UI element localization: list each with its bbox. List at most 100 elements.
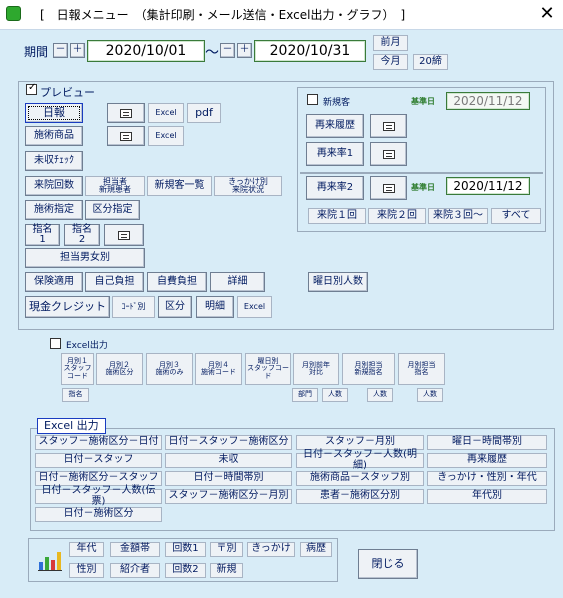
designation2-button[interactable]: 指名 2: [64, 224, 100, 246]
period-tilde: ～: [205, 45, 219, 61]
graph-button[interactable]: 金額帯: [110, 542, 160, 557]
people1-sub-button[interactable]: 人数: [322, 388, 348, 402]
insurance-button[interactable]: 保険適用: [25, 272, 83, 292]
graph-button[interactable]: 年代: [69, 542, 104, 557]
new-customer-list-button[interactable]: 新規客一覧: [147, 176, 212, 196]
treatment-designation-button[interactable]: 施術指定: [25, 200, 83, 220]
excel-section-button[interactable]: 曜日－時間帯別: [427, 435, 547, 450]
revisit-history-mail-button[interactable]: [370, 114, 407, 138]
graph-button[interactable]: きっかけ: [247, 542, 295, 557]
department-sub-button[interactable]: 部門: [292, 388, 318, 402]
graph-button[interactable]: 回数1: [165, 542, 206, 557]
graph-button[interactable]: 新規: [210, 563, 243, 578]
new-customer-checkbox[interactable]: [307, 94, 318, 105]
revisit-rate1-button[interactable]: 再来率1: [306, 142, 364, 166]
excel-monthly-button[interactable]: 月別前年 対比: [293, 353, 339, 385]
excel-section-button[interactable]: 日付－スタッフ－人数(明細): [296, 449, 424, 470]
staff-new-button[interactable]: 担当者 新規患者: [85, 176, 145, 196]
preview-checkbox[interactable]: ✓: [26, 82, 37, 95]
period-label: 期間: [24, 45, 49, 59]
treatment-product-button[interactable]: 施術商品: [25, 126, 83, 146]
title-bar: [ 日報メニュー （集計印刷・メール送信・Excel出力・グラフ） ] ✕: [0, 0, 563, 30]
start-minus-button[interactable]: －: [53, 43, 68, 58]
people3-sub-button[interactable]: 人数: [417, 388, 443, 402]
cash-credit-button[interactable]: 現金クレジット: [25, 296, 110, 318]
trigger-visit-button[interactable]: きっかけ別 来院状況: [214, 176, 282, 196]
all-button[interactable]: すべて: [491, 208, 541, 224]
excel-section-button[interactable]: 患者－施術区分別: [296, 489, 424, 504]
excel-section-button[interactable]: 年代別: [427, 489, 547, 504]
end-plus-button[interactable]: ＋: [237, 43, 252, 58]
category-designation-button[interactable]: 区分指定: [85, 200, 140, 220]
end-minus-button[interactable]: －: [220, 43, 235, 58]
excel-section-button[interactable]: 日付－施術区分: [35, 507, 162, 522]
mail-icon: [382, 121, 395, 131]
prev-month-button[interactable]: 前月: [373, 35, 408, 51]
graph-button[interactable]: 病歴: [300, 542, 332, 557]
daily-mail-button[interactable]: [107, 103, 145, 123]
excel-monthly-button[interactable]: 月別２ 施術区分: [96, 353, 143, 385]
excel-section-button[interactable]: 日付－時間帯別: [165, 471, 292, 486]
visit2-button[interactable]: 来院２回: [368, 208, 426, 224]
breakdown-button[interactable]: 明細: [196, 296, 234, 318]
graph-button[interactable]: 性別: [69, 563, 104, 578]
revisit-history-button[interactable]: 再来履歴: [306, 114, 364, 138]
mail-icon: [118, 230, 130, 240]
end-date-field[interactable]: 2020/10/31: [254, 40, 366, 62]
excel-section-button[interactable]: 施術商品－スタッフ別: [296, 471, 424, 486]
own-expense-button[interactable]: 自費負担: [147, 272, 207, 292]
excel-output-label: Excel出力: [66, 341, 108, 351]
excel-section-button[interactable]: 再来履歴: [427, 453, 547, 468]
day20-button[interactable]: 20締: [413, 54, 448, 70]
excel-monthly-button[interactable]: 月別４ 施術コード: [195, 353, 242, 385]
base-date2-field[interactable]: 2020/11/12: [446, 177, 530, 195]
breakdown-excel-button[interactable]: Excel: [237, 296, 272, 318]
excel-section-button[interactable]: 日付－スタッフ: [35, 453, 162, 468]
code-by-button[interactable]: ｺｰﾄﾞ別: [112, 296, 155, 318]
revisit-rate1-mail-button[interactable]: [370, 142, 407, 166]
excel-section-button[interactable]: スタッフ－施術区分－月別: [165, 489, 292, 504]
excel-section-button[interactable]: 日付－スタッフ－施術区分: [165, 435, 292, 450]
close-button[interactable]: 閉じる: [358, 549, 418, 579]
excel-section-button[interactable]: スタッフ－月別: [296, 435, 424, 450]
weekday-count-button[interactable]: 曜日別人数: [308, 272, 368, 292]
designation-mail-button[interactable]: [104, 224, 144, 246]
people2-sub-button[interactable]: 人数: [367, 388, 393, 402]
start-plus-button[interactable]: ＋: [70, 43, 85, 58]
excel-monthly-button[interactable]: 月別３ 施術のみ: [146, 353, 193, 385]
excel-section-button[interactable]: スタッフ－施術区分－日付: [35, 435, 162, 450]
designation1-button[interactable]: 指名 1: [25, 224, 60, 246]
staff-gender-button[interactable]: 担当男女別: [25, 248, 145, 268]
excel-section-button[interactable]: 日付－スタッフ－人数(伝票): [35, 485, 162, 506]
excel-section-button[interactable]: 日付－施術区分－スタッフ: [35, 471, 162, 486]
treatment-mail-button[interactable]: [107, 126, 145, 146]
start-date-field[interactable]: 2020/10/01: [87, 40, 205, 62]
excel-monthly-button[interactable]: 月別１ スタッフコード: [61, 353, 94, 385]
base-date-field[interactable]: 2020/11/12: [446, 92, 530, 110]
category-button[interactable]: 区分: [158, 296, 192, 318]
excel-monthly-button[interactable]: 曜日別 スタッフコード: [245, 353, 291, 385]
excel-monthly-button[interactable]: 月別担当 新規指名: [342, 353, 395, 385]
unpaid-check-button[interactable]: 未収ﾁｪｯｸ: [25, 151, 83, 171]
self-pay-button[interactable]: 自己負担: [85, 272, 144, 292]
graph-button[interactable]: 紹介者: [110, 563, 160, 578]
designation-sub-button[interactable]: 指名: [62, 388, 89, 402]
visit-count-button[interactable]: 来院回数: [25, 176, 83, 196]
excel-section-button[interactable]: きっかけ・性別・年代: [427, 471, 547, 486]
this-month-button[interactable]: 今月: [373, 54, 408, 70]
excel-output-checkbox[interactable]: [50, 338, 61, 349]
treatment-excel-button[interactable]: Excel: [148, 126, 184, 146]
detail-button[interactable]: 詳細: [210, 272, 265, 292]
revisit-rate2-button[interactable]: 再来率2: [306, 176, 364, 200]
graph-button[interactable]: 〒別: [210, 542, 243, 557]
visit1-button[interactable]: 来院１回: [308, 208, 366, 224]
graph-button[interactable]: 回数2: [165, 563, 206, 578]
daily-excel-button[interactable]: Excel: [148, 103, 184, 123]
excel-section-button[interactable]: 未収: [165, 453, 292, 468]
daily-report-button[interactable]: 日報: [25, 103, 83, 123]
revisit-rate2-mail-button[interactable]: [370, 176, 407, 200]
daily-pdf-button[interactable]: pdf: [187, 103, 221, 123]
visit3-button[interactable]: 来院３回～: [428, 208, 488, 224]
close-icon[interactable]: ✕: [536, 2, 558, 26]
excel-monthly-button[interactable]: 月別担当 指名: [398, 353, 445, 385]
